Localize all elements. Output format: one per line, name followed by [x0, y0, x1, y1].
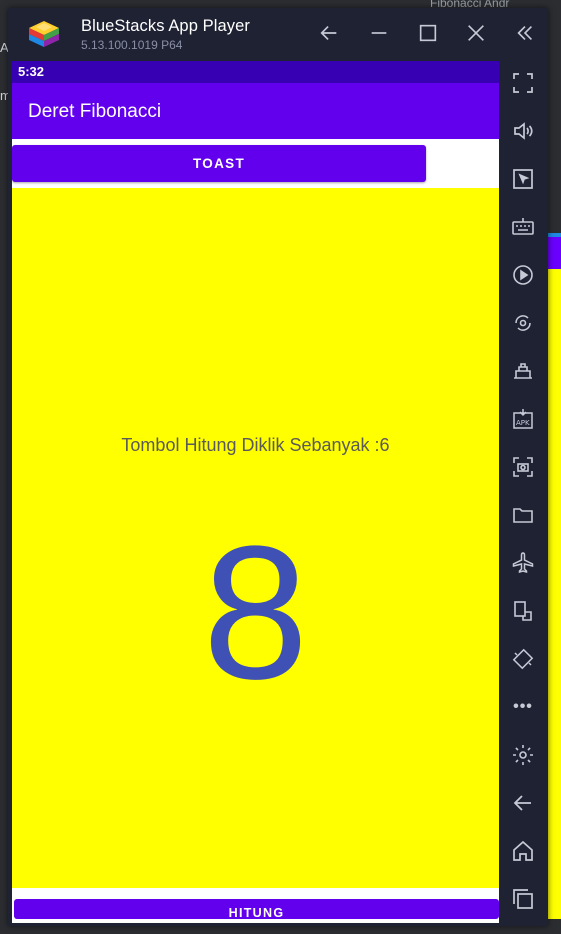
fullscreen-icon[interactable] — [510, 70, 536, 96]
folder-icon[interactable] — [510, 502, 536, 528]
click-count-text: Tombol Hitung Diklik Sebanyak :6 — [121, 435, 390, 455]
background-app-panel — [548, 269, 561, 919]
pointer-icon[interactable] — [510, 166, 536, 192]
keyboard-icon[interactable] — [510, 214, 536, 240]
multi-instance-icon[interactable] — [510, 358, 536, 384]
shake-icon[interactable] — [510, 598, 536, 624]
close-icon[interactable] — [463, 20, 489, 46]
window-titlebar[interactable]: BlueStacks App Player 5.13.100.1019 P64 — [8, 8, 548, 61]
settings-icon[interactable] — [510, 742, 536, 768]
more-icon[interactable]: ••• — [510, 694, 536, 720]
minimize-icon[interactable] — [366, 20, 392, 46]
app-title: Deret Fibonacci — [28, 101, 162, 122]
volume-icon[interactable] — [510, 118, 536, 144]
android-back-icon[interactable] — [510, 790, 536, 816]
macro-record-icon[interactable] — [510, 262, 536, 288]
android-status-bar: 5:32 — [12, 61, 499, 83]
screenshot-icon[interactable] — [510, 454, 536, 480]
desktop-tab-fragment: Fibonacci Andr — [430, 0, 510, 8]
sync-rotate-icon[interactable] — [510, 310, 536, 336]
toast-button[interactable]: TOAST — [12, 145, 426, 182]
content-panel: Tombol Hitung Diklik Sebanyak :6 8 — [12, 188, 499, 888]
bluestacks-window: BlueStacks App Player 5.13.100.1019 P64 … — [8, 8, 548, 926]
rotate-icon[interactable] — [510, 646, 536, 672]
svg-text:APK: APK — [516, 419, 530, 427]
maximize-icon[interactable] — [415, 20, 441, 46]
window-version: 5.13.100.1019 P64 — [81, 38, 183, 52]
status-time: 5:32 — [18, 64, 45, 79]
android-home-icon[interactable] — [510, 838, 536, 864]
background-app-bar — [548, 233, 561, 269]
back-icon[interactable] — [316, 20, 342, 46]
desktop-text-fragment: AD — [0, 40, 8, 55]
app-bar: Deret Fibonacci — [12, 83, 499, 139]
android-screen: 5:32 Deret Fibonacci TOAST Tombol Hitung… — [12, 61, 499, 923]
bluestacks-logo-icon — [26, 17, 62, 53]
airplane-icon[interactable] — [510, 550, 536, 576]
hitung-button[interactable]: HITUNG — [14, 899, 499, 919]
collapse-sidebar-icon[interactable] — [512, 20, 538, 46]
recent-apps-icon[interactable] — [510, 886, 536, 912]
desktop-text-fragment: m — [0, 88, 8, 103]
fibonacci-number: 8 — [202, 507, 309, 719]
install-apk-icon[interactable]: APK — [510, 406, 536, 432]
window-title: BlueStacks App Player — [81, 17, 251, 35]
bluestacks-sidebar: APK ••• — [499, 61, 548, 926]
